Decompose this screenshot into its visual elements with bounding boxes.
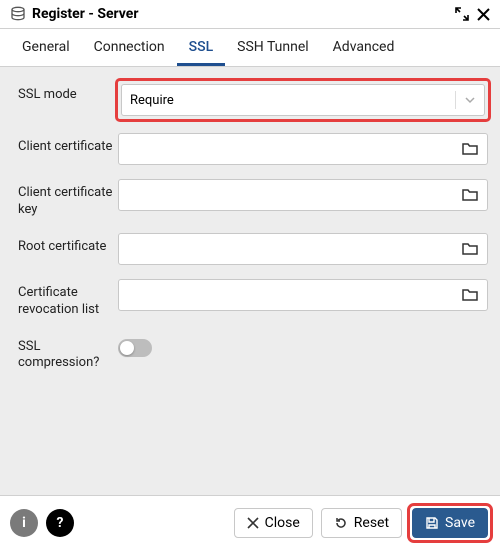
reset-icon: [334, 516, 348, 530]
client-cert-key-input[interactable]: [118, 179, 488, 211]
label-root-cert: Root certificate: [18, 233, 118, 265]
save-icon: [425, 516, 439, 530]
reset-button[interactable]: Reset: [321, 508, 402, 538]
save-button[interactable]: Save: [412, 508, 488, 538]
tab-connection[interactable]: Connection: [82, 29, 177, 66]
titlebar: Register - Server: [0, 0, 500, 29]
tab-ssl[interactable]: SSL: [177, 29, 226, 66]
row-client-cert: Client certificate: [18, 133, 488, 165]
x-icon: [247, 517, 259, 529]
tab-bar: General Connection SSL SSH Tunnel Advanc…: [0, 29, 500, 67]
row-crl: Certificate revocation list: [18, 279, 488, 319]
folder-icon: [461, 186, 479, 204]
close-icon[interactable]: [477, 8, 490, 21]
expand-icon[interactable]: [455, 7, 469, 21]
row-root-cert: Root certificate: [18, 233, 488, 265]
close-label: Close: [265, 515, 300, 531]
tab-general[interactable]: General: [10, 29, 82, 66]
label-client-cert-key: Client certificate key: [18, 179, 118, 219]
label-ssl-compression: SSL compression?: [18, 333, 118, 373]
row-client-cert-key: Client certificate key: [18, 179, 488, 219]
chevron-down-icon: [455, 91, 476, 109]
label-ssl-mode: SSL mode: [18, 81, 118, 119]
crl-input[interactable]: [118, 279, 488, 311]
info-button[interactable]: i: [10, 509, 38, 537]
ssl-compression-toggle[interactable]: [118, 339, 152, 357]
reset-label: Reset: [354, 515, 389, 531]
window-title: Register - Server: [32, 6, 138, 22]
info-icon: i: [22, 515, 26, 531]
folder-icon: [461, 240, 479, 258]
content-area: SSL mode Require Client certificate Clie…: [0, 67, 500, 495]
client-cert-input[interactable]: [118, 133, 488, 165]
row-ssl-compression: SSL compression?: [18, 333, 488, 373]
database-icon: [10, 6, 26, 22]
root-cert-input[interactable]: [118, 233, 488, 265]
footer: i ? Close Reset Save: [0, 495, 500, 550]
ssl-mode-value: Require: [130, 93, 174, 108]
label-crl: Certificate revocation list: [18, 279, 118, 319]
folder-icon: [461, 286, 479, 304]
folder-icon: [461, 140, 479, 158]
help-icon: ?: [57, 515, 64, 531]
tab-advanced[interactable]: Advanced: [321, 29, 407, 66]
tab-ssh-tunnel[interactable]: SSH Tunnel: [225, 29, 321, 66]
ssl-mode-select[interactable]: Require: [121, 84, 485, 116]
help-button[interactable]: ?: [46, 509, 74, 537]
close-button[interactable]: Close: [234, 508, 313, 538]
row-ssl-mode: SSL mode Require: [18, 81, 488, 119]
label-client-cert: Client certificate: [18, 133, 118, 165]
save-label: Save: [445, 515, 475, 531]
